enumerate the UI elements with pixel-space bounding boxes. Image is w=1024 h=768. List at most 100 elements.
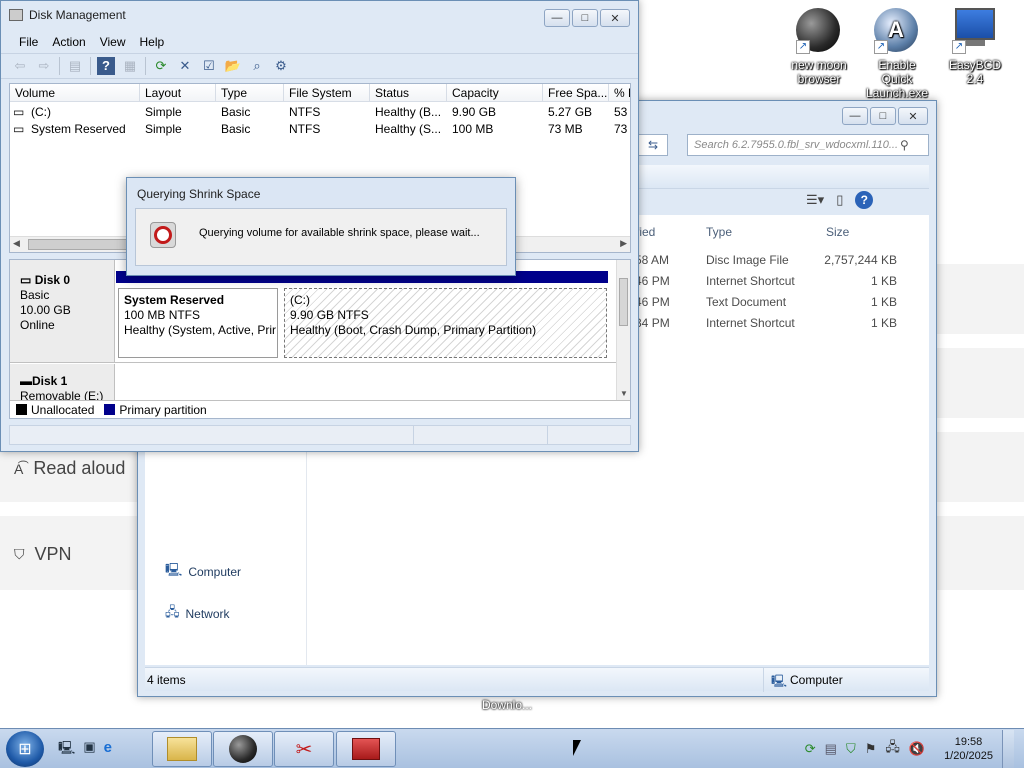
- back-icon[interactable]: ⇦: [11, 57, 29, 75]
- disk1-label[interactable]: ▬Disk 1 Removable (E:): [10, 364, 115, 403]
- taskbar-moon-browser[interactable]: [213, 731, 273, 767]
- column-size[interactable]: Size: [826, 225, 849, 239]
- switch-windows-icon[interactable]: ▣: [83, 739, 95, 761]
- vertical-scrollbar[interactable]: ▼: [616, 260, 630, 400]
- dialog-title: Querying Shrink Space: [137, 187, 261, 201]
- partition-c[interactable]: (C:) 9.90 GB NTFS Healthy (Boot, Crash D…: [284, 288, 607, 358]
- forward-icon[interactable]: ⇨: [35, 57, 53, 75]
- legend: Unallocated Primary partition: [10, 400, 630, 418]
- status-bar: [9, 425, 631, 445]
- status-location: Computer: [790, 673, 843, 687]
- folder-icon: [167, 737, 197, 761]
- scroll-right-icon[interactable]: ▶: [620, 238, 627, 249]
- menu-view[interactable]: View: [100, 35, 126, 49]
- disk-graphical-view: ▭ Disk 0 Basic 10.00 GB Online System Re…: [9, 259, 631, 419]
- taskbar-disk-management[interactable]: [336, 731, 396, 767]
- file-row[interactable]: 7:34 PM Internet Shortcut 1 KB: [625, 316, 925, 337]
- help-icon[interactable]: ?: [97, 57, 115, 75]
- volume-row[interactable]: ▭ (C:) Simple Basic NTFS Healthy (B... 9…: [10, 104, 630, 121]
- volume-row[interactable]: ▭ System Reserved Simple Basic NTFS Heal…: [10, 121, 630, 138]
- show-desktop-button[interactable]: [1002, 730, 1014, 768]
- properties-icon[interactable]: ☑: [200, 57, 218, 75]
- view-options-icon[interactable]: ☰▾: [806, 192, 824, 208]
- start-button[interactable]: ⊞: [6, 731, 44, 767]
- taskbar-explorer[interactable]: [152, 731, 212, 767]
- file-row[interactable]: 5:58 AM Disc Image File 2,757,244 KB: [625, 253, 925, 274]
- document-icon[interactable]: ▤: [825, 741, 837, 757]
- quick-launch-icon: A ↗: [874, 8, 920, 54]
- file-row[interactable]: 7:46 PM Text Document 1 KB: [625, 295, 925, 316]
- column-percent-free[interactable]: % F: [609, 84, 630, 102]
- nav-network[interactable]: 🖧 Network: [165, 603, 230, 625]
- removable-disk-icon: ▬: [20, 374, 32, 388]
- column-layout[interactable]: Layout: [140, 84, 216, 102]
- file-row[interactable]: 7:46 PM Internet Shortcut 1 KB: [625, 274, 925, 295]
- desktop-icon-new-moon[interactable]: ↗ new moon browser: [784, 8, 854, 86]
- drive-icon: ▭: [13, 122, 25, 136]
- security-icon[interactable]: ⛉: [846, 741, 856, 757]
- action-pane-icon[interactable]: ▦: [121, 57, 139, 75]
- column-capacity[interactable]: Capacity: [447, 84, 543, 102]
- disk0-label[interactable]: ▭ Disk 0 Basic 10.00 GB Online: [10, 260, 115, 362]
- scroll-down-icon[interactable]: ▼: [620, 389, 628, 398]
- minimize-button[interactable]: —: [544, 9, 570, 27]
- close-button[interactable]: ✕: [898, 107, 928, 125]
- search-box[interactable]: Search 6.2.7955.0.fbl_srv_wdocxml.110...…: [687, 134, 929, 156]
- explorer-window-controls: — □ ✕: [842, 107, 928, 125]
- refresh-button[interactable]: ⇆: [638, 134, 668, 156]
- help-icon[interactable]: ?: [855, 191, 874, 209]
- disk-icon: ▭: [20, 273, 32, 287]
- scroll-thumb[interactable]: [619, 278, 628, 326]
- scroll-thumb[interactable]: [28, 239, 138, 250]
- column-free-space[interactable]: Free Spa...: [543, 84, 609, 102]
- volume-muted-icon[interactable]: 🔇: [909, 741, 925, 757]
- taskbar-snipping-tool[interactable]: ✂: [274, 731, 334, 767]
- menu-file[interactable]: File: [19, 35, 38, 49]
- monitor-icon: ↗: [952, 8, 998, 54]
- column-type[interactable]: Type: [706, 225, 732, 239]
- nav-computer[interactable]: 🖳 Computer: [165, 561, 241, 583]
- search-icon[interactable]: ⌕: [248, 57, 266, 75]
- clock-icon: [150, 222, 176, 248]
- read-aloud-item[interactable]: A͡ Read aloud: [14, 458, 125, 479]
- moon-browser-icon: ↗: [796, 8, 842, 54]
- preview-pane-icon[interactable]: ▯: [836, 192, 843, 208]
- maximize-button[interactable]: □: [870, 107, 896, 125]
- scroll-left-icon[interactable]: ◀: [13, 238, 20, 249]
- scissors-icon: ✂: [295, 738, 313, 761]
- show-desktop-icon[interactable]: 🖳: [58, 739, 75, 761]
- menu-action[interactable]: Action: [52, 35, 85, 49]
- clock[interactable]: 19:58 1/20/2025: [944, 735, 993, 763]
- column-volume[interactable]: Volume: [10, 84, 140, 102]
- column-type[interactable]: Type: [216, 84, 284, 102]
- desktop-icon-label: EasyBCD 2.4: [948, 58, 1001, 86]
- desktop-icon-quick-launch[interactable]: A ↗ Enable Quick Launch.exe: [862, 8, 932, 100]
- shortcut-arrow-icon: ↗: [796, 40, 810, 54]
- menu-help[interactable]: Help: [140, 35, 165, 49]
- querying-shrink-dialog[interactable]: Querying Shrink Space Querying volume fo…: [126, 177, 516, 276]
- network-icon[interactable]: 🖧: [885, 738, 900, 760]
- maximize-button[interactable]: □: [572, 9, 598, 27]
- delete-icon[interactable]: ✕: [176, 57, 194, 75]
- desktop-icon-easybcd[interactable]: ↗ EasyBCD 2.4: [940, 8, 1010, 86]
- network-status-icon[interactable]: ⟳: [805, 741, 816, 757]
- search-input[interactable]: Search 6.2.7955.0.fbl_srv_wdocxml.110...: [688, 139, 900, 151]
- close-button[interactable]: ✕: [600, 9, 630, 27]
- primary-partition-swatch: [104, 404, 116, 415]
- refresh-icon: ⇆: [647, 138, 659, 152]
- minimize-button[interactable]: —: [842, 107, 868, 125]
- column-status[interactable]: Status: [370, 84, 447, 102]
- console-tree-icon[interactable]: ▤: [66, 57, 84, 75]
- partition-system-reserved[interactable]: System Reserved 100 MB NTFS Healthy (Sys…: [118, 288, 278, 358]
- open-folder-icon[interactable]: 📂: [224, 57, 242, 75]
- settings-icon[interactable]: ⚙: [272, 57, 290, 75]
- title-bar[interactable]: Disk Management: [1, 1, 638, 29]
- vpn-item[interactable]: ⛉ VPN: [14, 544, 72, 565]
- window-title: Disk Management: [29, 8, 126, 22]
- internet-explorer-icon[interactable]: e: [104, 739, 112, 761]
- column-file-system[interactable]: File System: [284, 84, 370, 102]
- flag-icon[interactable]: ⚑: [865, 741, 877, 757]
- clock-time: 19:58: [954, 736, 983, 748]
- refresh-icon[interactable]: ⟳: [152, 57, 170, 75]
- drive-icon: ▭: [13, 105, 25, 119]
